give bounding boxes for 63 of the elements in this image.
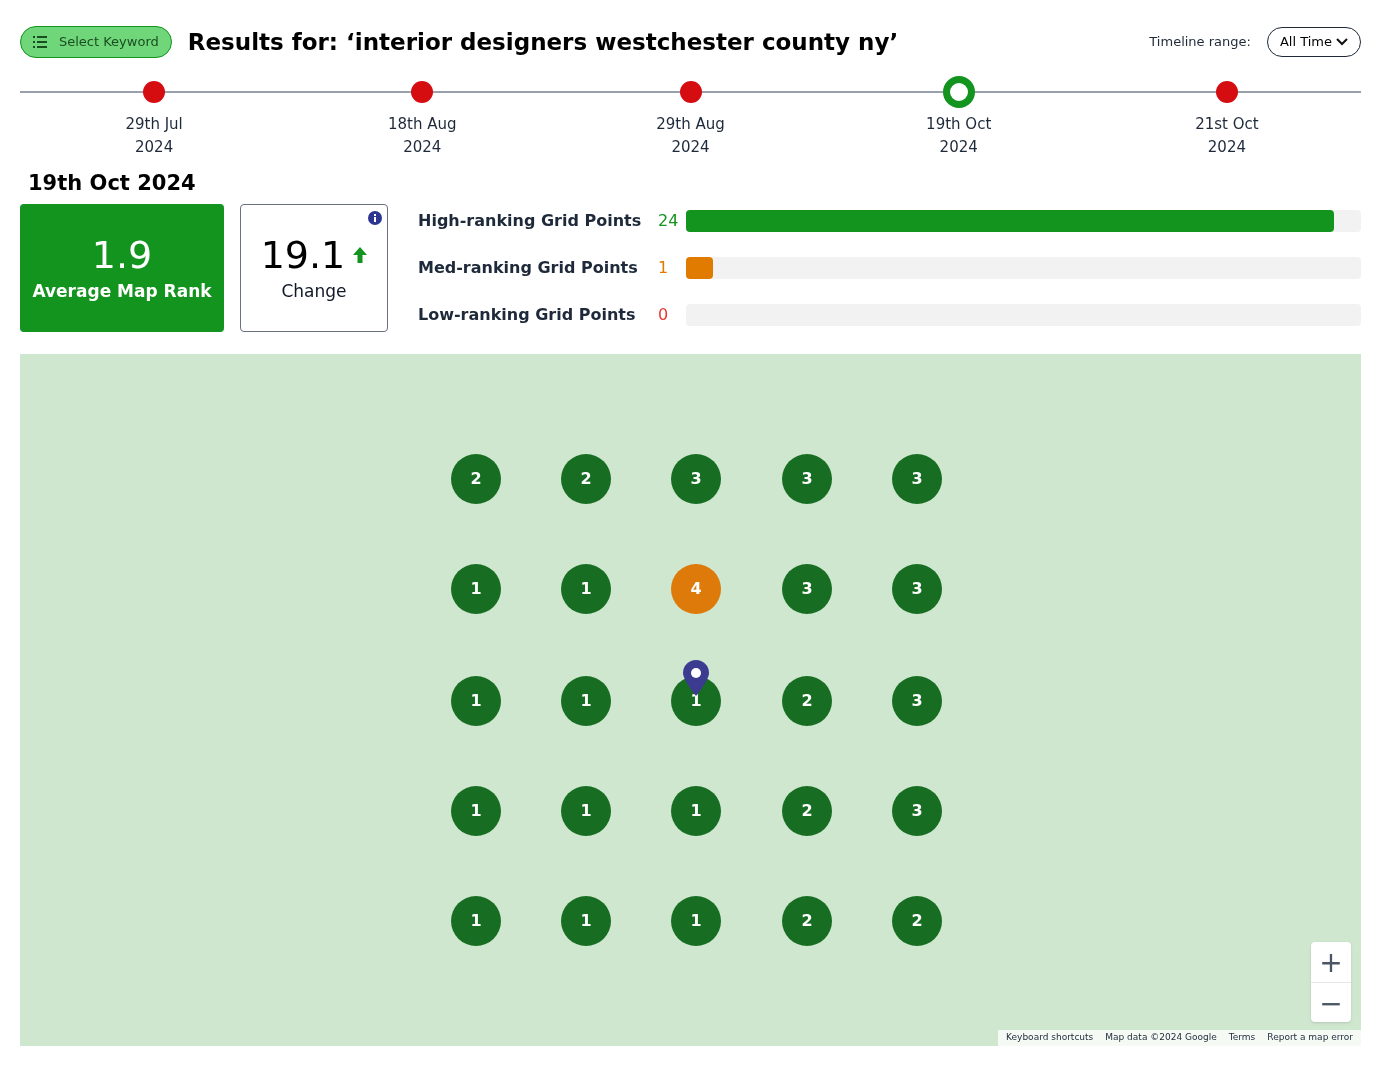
timeline-marker[interactable] — [411, 81, 434, 103]
list-icon — [33, 36, 47, 48]
timeline-date: 18th Aug — [388, 114, 457, 135]
grid-rank-marker[interactable]: 1 — [451, 896, 501, 946]
timeline-date: 21st Oct — [1195, 114, 1259, 135]
grid-rank-marker[interactable]: 1 — [671, 896, 721, 946]
map-pin-icon — [683, 660, 709, 696]
date-heading: 19th Oct 2024 — [28, 170, 197, 197]
grid-rank-marker[interactable]: 1 — [561, 786, 611, 836]
grid-rank-marker[interactable]: 2 — [782, 896, 832, 946]
grid-rank-marker[interactable]: 1 — [451, 564, 501, 614]
change-label: Change — [281, 280, 347, 303]
map-attribution-link[interactable]: Keyboard shortcuts — [1006, 1031, 1094, 1045]
selected-timeline-marker[interactable] — [942, 76, 975, 108]
grid-rank-marker[interactable]: 2 — [451, 454, 501, 504]
grid-rank-marker[interactable]: 3 — [892, 786, 942, 836]
timeline-marker[interactable] — [679, 81, 702, 103]
grid-rank-marker[interactable]: 2 — [782, 676, 832, 726]
ranking-count: 1 — [658, 257, 670, 279]
timeline-year: 2024 — [1207, 137, 1246, 158]
grid-rank-marker[interactable]: 1 — [671, 786, 721, 836]
grid-rank-marker[interactable]: 3 — [892, 454, 942, 504]
grid-rank-marker[interactable]: 3 — [892, 676, 942, 726]
timeline-year: 2024 — [135, 137, 174, 158]
grid-rank-marker[interactable]: 2 — [782, 786, 832, 836]
timeline-year: 2024 — [403, 137, 442, 158]
average-rank-value: 1.9 — [91, 231, 153, 279]
timeline-year: 2024 — [671, 137, 710, 158]
grid-rank-marker[interactable]: 2 — [561, 454, 611, 504]
timeline-range-label: Timeline range: — [1149, 33, 1251, 52]
map-attribution-link[interactable]: Report a map error — [1267, 1031, 1353, 1045]
chevron-down-icon — [1336, 38, 1348, 46]
ranking-count: 24 — [658, 210, 680, 232]
grid-rank-marker[interactable]: 3 — [782, 564, 832, 614]
grid-rank-marker[interactable]: 1 — [451, 676, 501, 726]
grid-rank-marker[interactable]: 3 — [782, 454, 832, 504]
timeline-year: 2024 — [939, 137, 978, 158]
results-title: Results for: ‘interior designers westchester county ny’ — [187, 27, 900, 57]
grid-rank-marker[interactable]: 1 — [561, 564, 611, 614]
ranking-count: 0 — [658, 304, 670, 326]
map-attribution-link[interactable]: Terms — [1228, 1031, 1256, 1045]
ranking-label: Med-ranking Grid Points — [418, 257, 639, 279]
grid-rank-marker[interactable]: 2 — [892, 896, 942, 946]
map-attribution-link[interactable]: Map data ©2024 Google — [1105, 1031, 1217, 1045]
info-icon[interactable] — [368, 211, 382, 225]
arrow-up-icon — [353, 247, 368, 264]
grid-rank-marker[interactable]: 1 — [451, 786, 501, 836]
grid-rank-marker[interactable]: 3 — [671, 454, 721, 504]
ranking-label: Low-ranking Grid Points — [418, 304, 637, 326]
timeline-marker[interactable] — [1215, 81, 1238, 103]
timeline-date: 29th Jul — [125, 114, 183, 135]
timeline-date: 19th Oct — [926, 114, 992, 135]
average-rank-label: Average Map Rank — [32, 280, 212, 303]
change-value: 19.1 — [260, 231, 346, 279]
grid-rank-marker[interactable]: 1 — [561, 896, 611, 946]
grid-rank-marker[interactable]: 1 — [561, 676, 611, 726]
timeline-marker[interactable] — [143, 81, 166, 103]
zoom-out-button[interactable]: − — [1311, 982, 1351, 1022]
select-keyword-button[interactable]: Select Keyword — [20, 26, 172, 58]
grid-rank-marker[interactable]: 3 — [892, 564, 942, 614]
zoom-in-button[interactable]: + — [1311, 942, 1351, 982]
timeline-date: 29th Aug — [656, 114, 725, 135]
ranking-label: High-ranking Grid Points — [418, 210, 643, 232]
